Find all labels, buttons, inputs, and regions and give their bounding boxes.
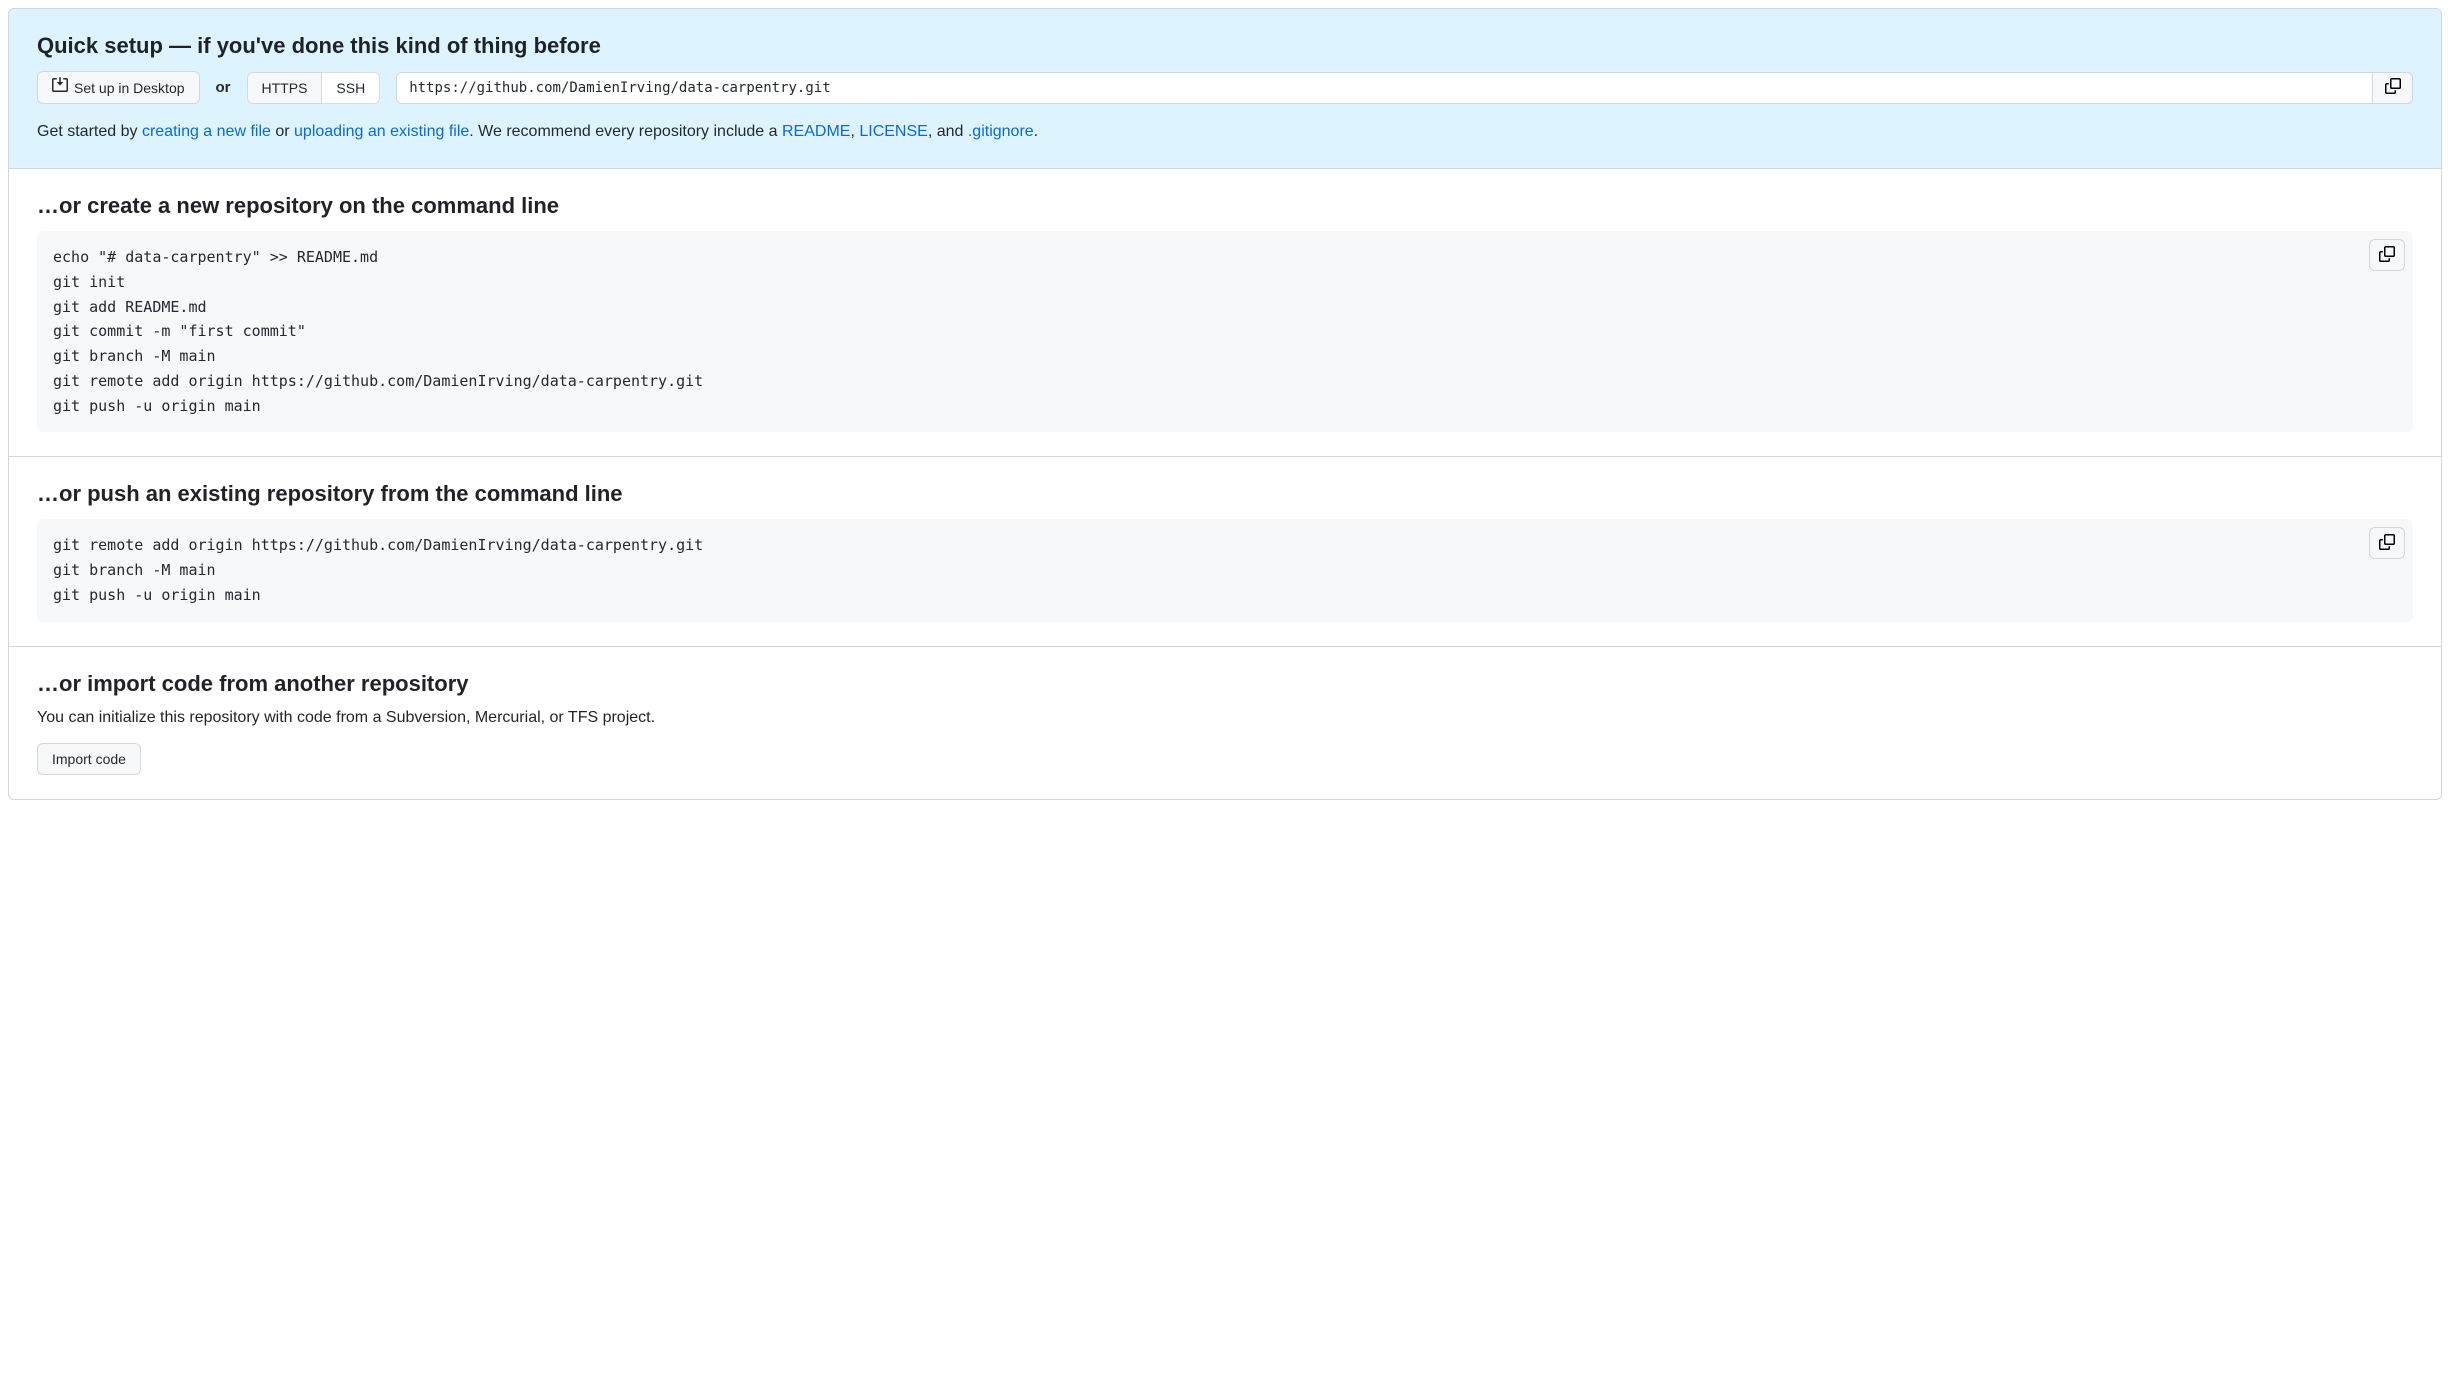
copy-icon [2379, 246, 2395, 265]
create-repo-heading: …or create a new repository on the comma… [37, 193, 2413, 219]
import-code-heading: …or import code from another repository [37, 671, 2413, 697]
gitignore-link[interactable]: .gitignore [968, 123, 1034, 140]
quick-setup-heading: Quick setup — if you've done this kind o… [37, 33, 2413, 59]
help-end: . [1034, 123, 1038, 140]
create-file-link[interactable]: creating a new file [142, 123, 271, 140]
or-separator: or [216, 79, 231, 96]
empty-repo-setup: Quick setup — if you've done this kind o… [8, 8, 2442, 800]
create-repo-section: …or create a new repository on the comma… [9, 169, 2441, 457]
license-link[interactable]: LICENSE [859, 123, 927, 140]
copy-url-button[interactable] [2373, 72, 2413, 104]
setup-in-desktop-button[interactable]: Set up in Desktop [37, 71, 200, 104]
push-existing-section: …or push an existing repository from the… [9, 457, 2441, 646]
quick-setup-section: Quick setup — if you've done this kind o… [9, 9, 2441, 169]
setup-controls-row: Set up in Desktop or HTTPS SSH [37, 71, 2413, 104]
protocol-toggle: HTTPS SSH [247, 72, 381, 104]
help-and: , and [928, 123, 968, 140]
create-repo-code: echo "# data-carpentry" >> README.md git… [37, 231, 2413, 432]
https-button[interactable]: HTTPS [247, 72, 323, 104]
import-code-section: …or import code from another repository … [9, 647, 2441, 799]
quick-setup-help: Get started by creating a new file or up… [37, 120, 2413, 144]
create-repo-code-text: echo "# data-carpentry" >> README.md git… [53, 248, 703, 415]
copy-icon [2379, 534, 2395, 553]
push-existing-code-text: git remote add origin https://github.com… [53, 536, 703, 604]
push-existing-code: git remote add origin https://github.com… [37, 519, 2413, 621]
import-code-subtext: You can initialize this repository with … [37, 709, 2413, 727]
desktop-download-icon [52, 77, 68, 98]
copy-icon [2385, 78, 2401, 97]
setup-in-desktop-label: Set up in Desktop [74, 78, 185, 98]
help-or: or [271, 123, 294, 140]
import-code-button[interactable]: Import code [37, 743, 141, 775]
readme-link[interactable]: README [782, 123, 850, 140]
ssh-button[interactable]: SSH [322, 72, 380, 104]
clone-url-input[interactable] [396, 72, 2373, 104]
help-comma: , [850, 123, 859, 140]
upload-file-link[interactable]: uploading an existing file [294, 123, 469, 140]
copy-push-code-button[interactable] [2369, 527, 2405, 559]
push-existing-heading: …or push an existing repository from the… [37, 481, 2413, 507]
help-prefix: Get started by [37, 123, 142, 140]
copy-create-code-button[interactable] [2369, 239, 2405, 271]
help-middle: . We recommend every repository include … [469, 123, 782, 140]
clone-url-row [396, 72, 2413, 104]
